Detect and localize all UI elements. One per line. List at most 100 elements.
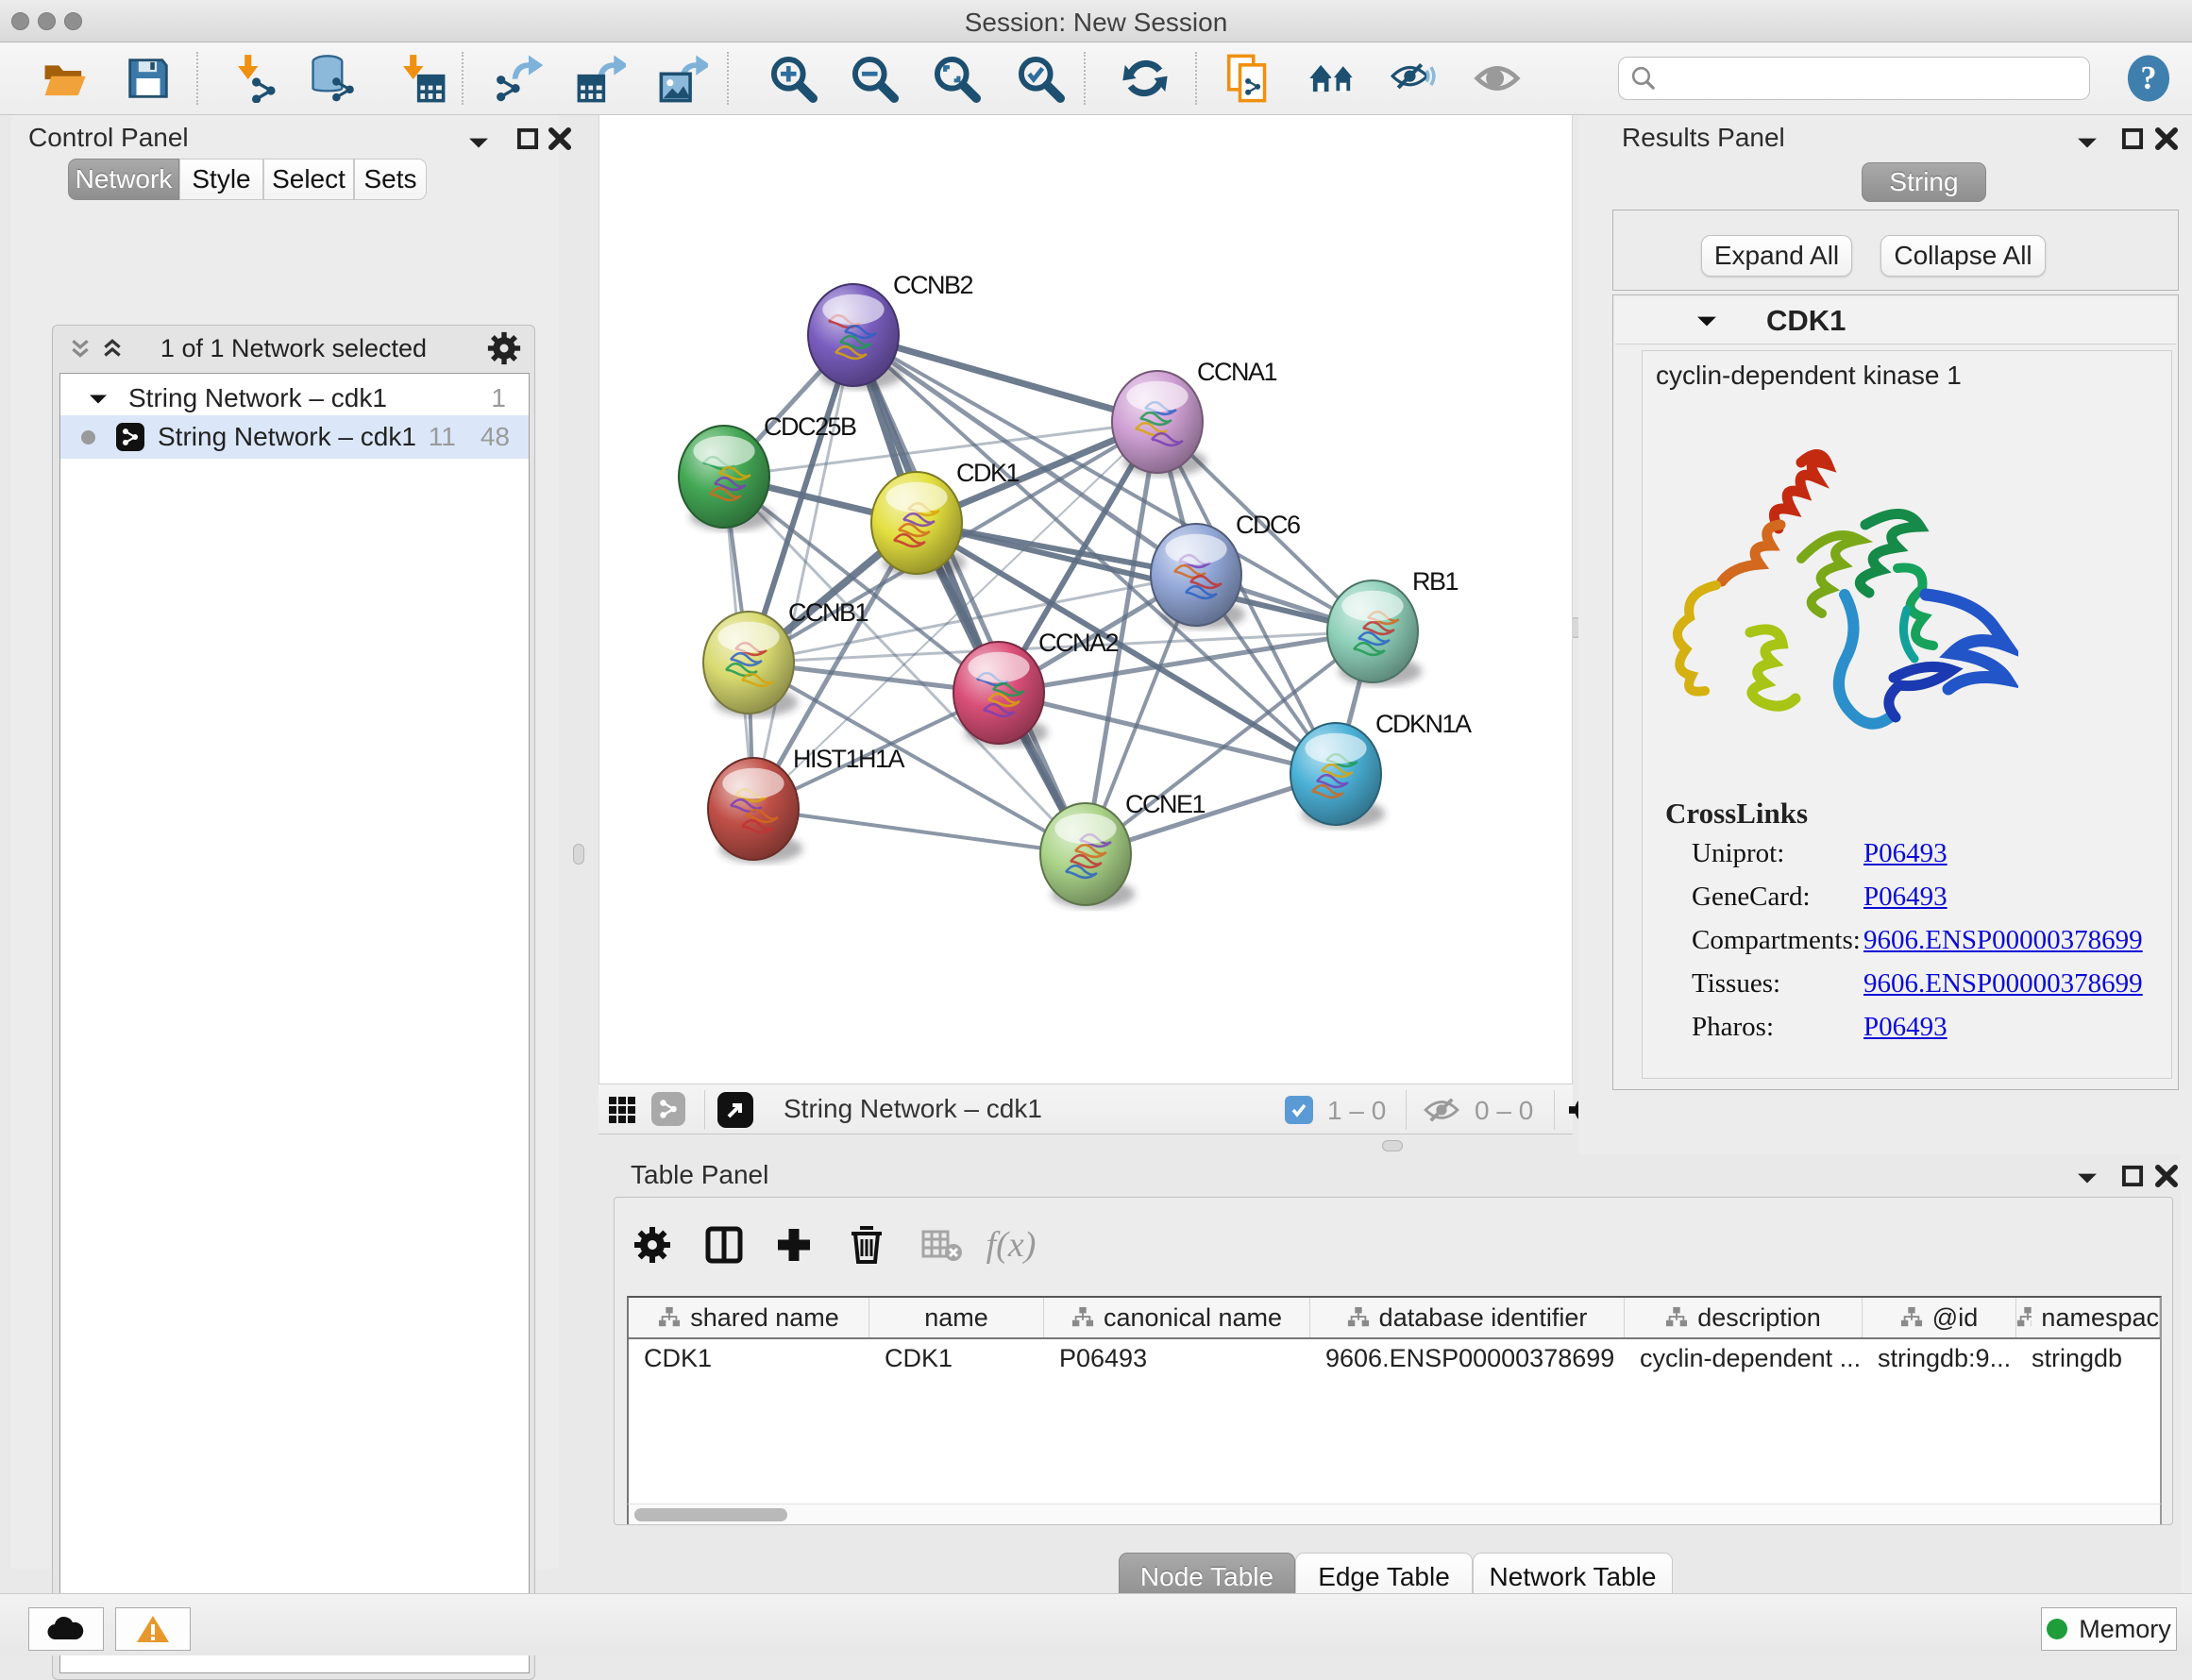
table-columns-icon[interactable] — [698, 1218, 750, 1271]
table-gear-icon[interactable] — [626, 1218, 679, 1271]
import-network-database-icon[interactable] — [305, 49, 363, 108]
cell-canonical-name[interactable]: P06493 — [1044, 1339, 1310, 1379]
column-header-description[interactable]: description — [1625, 1298, 1863, 1337]
node-label: CCNA2 — [1038, 629, 1119, 657]
table-delete-table-icon — [916, 1218, 969, 1271]
import-table-icon[interactable] — [392, 49, 450, 108]
string-home-icon[interactable] — [1303, 49, 1361, 108]
selected-checkbox[interactable] — [1285, 1096, 1313, 1124]
network-canvas[interactable]: CCNB2CCNA1CDC25BCDK1CDC6RB1CCNB1CCNA2CDK… — [599, 115, 1573, 1084]
collapse-all-button[interactable]: Collapse All — [1880, 235, 2046, 277]
collection-expand-caret-icon[interactable] — [89, 393, 108, 405]
network-row-selected[interactable]: String Network – cdk1 11 48 — [60, 415, 529, 459]
cell-description[interactable]: cyclin-dependent ... — [1625, 1339, 1863, 1379]
node-CDK1[interactable] — [871, 472, 966, 577]
warnings-button[interactable] — [115, 1607, 191, 1651]
zoom-in-icon[interactable] — [764, 49, 822, 108]
table-panel-float-icon[interactable] — [2120, 1164, 2145, 1188]
export-table-icon[interactable] — [572, 49, 631, 108]
control-panel-close-icon[interactable] — [548, 126, 572, 151]
results-panel-float-icon[interactable] — [2120, 126, 2145, 151]
refresh-icon[interactable] — [1116, 49, 1174, 108]
crosslink-link[interactable]: P06493 — [1863, 1012, 1948, 1042]
results-panel-menu-caret-icon[interactable] — [2077, 136, 2098, 149]
column-header-shared-name[interactable]: shared name — [629, 1298, 869, 1337]
results-panel-close-icon[interactable] — [2154, 126, 2179, 151]
column-header-@id[interactable]: @id — [1863, 1298, 2016, 1337]
network-options-gear-icon[interactable] — [487, 331, 521, 365]
crosslink-link[interactable]: 9606.ENSP00000378699 — [1863, 925, 2143, 955]
table-delete-icon[interactable] — [840, 1218, 893, 1271]
node-HIST1H1A[interactable] — [708, 758, 802, 863]
control-panel-float-icon[interactable] — [515, 126, 540, 151]
entry-header[interactable]: CDK1 — [1615, 297, 2176, 344]
selected-node-edge-counts: 1 – 0 — [1327, 1096, 1386, 1126]
memory-label: Memory — [2079, 1615, 2171, 1644]
open-session-icon[interactable] — [35, 49, 93, 108]
help-icon[interactable]: ? — [2119, 49, 2178, 108]
control-panel-menu-caret-icon[interactable] — [468, 136, 489, 149]
clone-network-icon[interactable] — [1220, 49, 1278, 108]
node-CCNB2[interactable] — [808, 284, 902, 389]
column-header-name[interactable]: name — [869, 1298, 1044, 1337]
search-box[interactable] — [1618, 57, 2090, 100]
edge-HIST1H1A-CCNE1[interactable] — [753, 809, 1086, 854]
node-CDKN1A[interactable] — [1290, 723, 1385, 828]
tab-sets[interactable]: Sets — [354, 159, 427, 200]
table-panel-close-icon[interactable] — [2154, 1164, 2179, 1188]
table-add-icon[interactable] — [767, 1218, 820, 1271]
tab-select[interactable]: Select — [263, 159, 354, 200]
horizontal-splitter-grip[interactable] — [1382, 1140, 1403, 1151]
cell-shared-name[interactable]: CDK1 — [629, 1339, 869, 1379]
network-graph[interactable]: CCNB2CCNA1CDC25BCDK1CDC6RB1CCNB1CCNA2CDK… — [599, 115, 1572, 1082]
tab-string[interactable]: String — [1862, 162, 1986, 202]
node-CDC6[interactable] — [1151, 524, 1245, 629]
node-CCNB1[interactable] — [703, 612, 798, 716]
cloud-status-button[interactable] — [28, 1607, 104, 1651]
tab-style[interactable]: Style — [179, 159, 263, 200]
tab-network[interactable]: Network — [68, 159, 179, 200]
crosslink-link[interactable]: P06493 — [1863, 838, 1948, 868]
search-input[interactable] — [1657, 64, 2072, 93]
import-network-file-icon[interactable] — [227, 49, 285, 108]
node-label: CDK1 — [956, 459, 1020, 487]
export-network-icon[interactable] — [489, 49, 548, 108]
edge-CCNB2-CCNE1[interactable] — [853, 335, 1086, 854]
zoom-out-icon[interactable] — [845, 49, 903, 108]
node-CCNA2[interactable] — [953, 642, 1048, 747]
cell-namespac[interactable]: stringdb — [2016, 1339, 2160, 1379]
column-header-database-identifier[interactable]: database identifier — [1310, 1298, 1625, 1337]
crosslink-row: GeneCard:P06493 — [1692, 882, 2164, 913]
cell-database-identifier[interactable]: 9606.ENSP00000378699 — [1310, 1339, 1625, 1379]
cell-@id[interactable]: stringdb:9... — [1863, 1339, 2016, 1379]
cloud-icon — [46, 1615, 86, 1643]
column-header-namespac[interactable]: namespac — [2016, 1298, 2160, 1337]
node-table[interactable]: shared namenamecanonical namedatabase id… — [627, 1296, 2162, 1504]
edge-CCNB2-HIST1H1A[interactable] — [753, 335, 853, 809]
node-CCNA1[interactable] — [1112, 371, 1206, 476]
column-header-canonical-name[interactable]: canonical name — [1044, 1298, 1310, 1337]
memory-button[interactable]: Memory — [2041, 1607, 2177, 1651]
expand-all-button[interactable]: Expand All — [1701, 235, 1852, 277]
table-hscrollbar[interactable] — [627, 1504, 2162, 1524]
save-session-icon[interactable] — [119, 49, 177, 108]
show-panel-eye-icon[interactable] — [1468, 49, 1526, 108]
export-image-icon[interactable] — [654, 49, 713, 108]
hide-selected-icon[interactable] — [1384, 49, 1442, 108]
node-CCNE1[interactable] — [1040, 803, 1135, 908]
network-type-share-icon[interactable] — [651, 1092, 685, 1126]
network-collection-row[interactable]: String Network – cdk1 1 — [60, 381, 529, 415]
node-RB1[interactable] — [1327, 580, 1422, 685]
zoom-fit-icon[interactable] — [927, 49, 986, 108]
table-row[interactable]: CDK1CDK1P064939606.ENSP00000378699cyclin… — [629, 1339, 2160, 1379]
crosslink-link[interactable]: 9606.ENSP00000378699 — [1863, 968, 2143, 999]
birds-eye-grid-icon[interactable] — [608, 1096, 636, 1124]
left-splitter-grip[interactable] — [573, 844, 584, 865]
table-hscrollbar-thumb[interactable] — [634, 1508, 787, 1521]
open-in-window-icon[interactable] — [717, 1092, 753, 1128]
zoom-selected-icon[interactable] — [1011, 49, 1070, 108]
entry-collapse-caret-icon[interactable] — [1696, 314, 1717, 328]
cell-name[interactable]: CDK1 — [869, 1339, 1044, 1379]
table-panel-menu-caret-icon[interactable] — [2077, 1171, 2098, 1184]
crosslink-link[interactable]: P06493 — [1863, 882, 1948, 912]
